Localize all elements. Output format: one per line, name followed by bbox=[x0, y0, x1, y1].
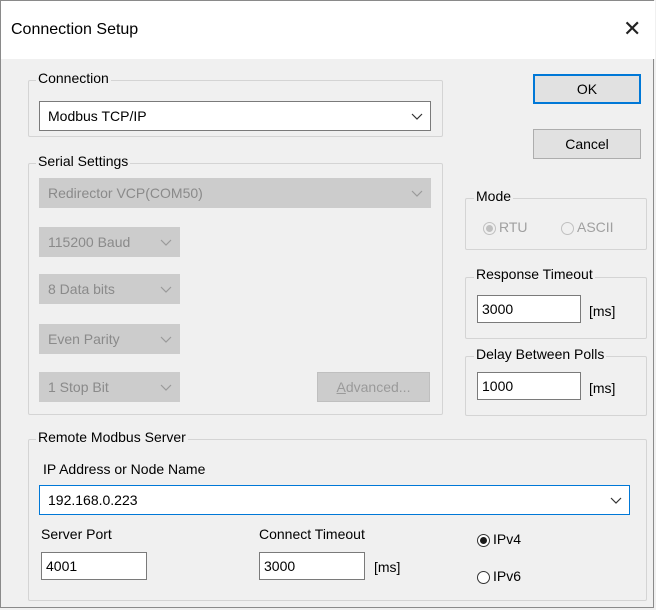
data-bits-select[interactable]: 8 Data bits bbox=[39, 274, 180, 304]
advanced-label: dvanced... bbox=[345, 379, 411, 395]
title-bar: Connection Setup ✕ bbox=[1, 1, 655, 59]
chevron-down-icon bbox=[610, 497, 622, 504]
dialog-title: Connection Setup bbox=[11, 21, 139, 38]
ip-address-combo[interactable]: 192.168.0.223 bbox=[39, 485, 630, 515]
serial-settings-group-label: Serial Settings bbox=[36, 153, 131, 169]
response-timeout-unit: [ms] bbox=[589, 303, 616, 319]
radio-unselected-icon bbox=[477, 571, 490, 584]
chevron-down-icon bbox=[160, 239, 172, 246]
ipv6-radio[interactable]: IPv6 bbox=[477, 566, 521, 586]
stop-bits-select[interactable]: 1 Stop Bit bbox=[39, 372, 180, 402]
connect-timeout-unit: [ms] bbox=[374, 559, 401, 575]
mode-group-label: Mode bbox=[474, 188, 514, 204]
connection-type-select[interactable]: Modbus TCP/IP bbox=[39, 101, 431, 131]
ipv6-label: IPv6 bbox=[493, 568, 522, 584]
connect-timeout-label: Connect Timeout bbox=[259, 526, 365, 542]
cancel-button[interactable]: Cancel bbox=[533, 129, 641, 159]
server-port-label: Server Port bbox=[41, 526, 112, 542]
baud-rate-value: 115200 Baud bbox=[48, 234, 131, 250]
connection-setup-dialog: Connection Setup ✕ Connection Modbus TCP… bbox=[0, 0, 655, 608]
delay-between-polls-group-label: Delay Between Polls bbox=[474, 346, 607, 362]
response-timeout-group-label: Response Timeout bbox=[474, 266, 595, 282]
chevron-down-icon bbox=[160, 384, 172, 391]
stop-bits-value: 1 Stop Bit bbox=[48, 379, 109, 395]
serial-port-select[interactable]: Redirector VCP(COM50) bbox=[39, 178, 431, 208]
ipv4-radio[interactable]: IPv4 bbox=[477, 529, 521, 549]
data-bits-value: 8 Data bits bbox=[48, 281, 115, 297]
connection-type-value: Modbus TCP/IP bbox=[48, 108, 147, 124]
radio-selected-icon bbox=[477, 534, 490, 547]
parity-value: Even Parity bbox=[48, 331, 120, 347]
server-port-input[interactable]: 4001 bbox=[41, 552, 147, 580]
response-timeout-input[interactable]: 3000 bbox=[477, 295, 581, 323]
connect-timeout-input[interactable]: 3000 bbox=[259, 552, 365, 580]
baud-rate-select[interactable]: 115200 Baud bbox=[39, 227, 180, 257]
parity-select[interactable]: Even Parity bbox=[39, 324, 180, 354]
chevron-down-icon bbox=[160, 336, 172, 343]
advanced-button[interactable]: Advanced... bbox=[317, 372, 430, 402]
serial-port-value: Redirector VCP(COM50) bbox=[48, 185, 203, 201]
remote-modbus-server-group-label: Remote Modbus Server bbox=[36, 429, 188, 445]
ip-address-label: IP Address or Node Name bbox=[43, 461, 206, 477]
ok-button[interactable]: OK bbox=[533, 74, 641, 104]
advanced-mnemonic: A bbox=[336, 379, 346, 395]
mode-rtu-label: RTU bbox=[499, 219, 528, 235]
ipv4-label: IPv4 bbox=[493, 531, 522, 547]
mode-rtu-radio[interactable]: RTU bbox=[483, 217, 528, 237]
radio-unselected-icon bbox=[561, 222, 574, 235]
mode-ascii-label: ASCII bbox=[577, 219, 614, 235]
ip-address-value: 192.168.0.223 bbox=[48, 492, 138, 508]
mode-ascii-radio[interactable]: ASCII bbox=[561, 217, 614, 237]
connection-group-label: Connection bbox=[36, 70, 111, 86]
delay-between-polls-input[interactable]: 1000 bbox=[477, 372, 581, 400]
chevron-down-icon bbox=[160, 286, 172, 293]
delay-between-polls-unit: [ms] bbox=[589, 380, 616, 396]
close-icon[interactable]: ✕ bbox=[623, 18, 641, 40]
chevron-down-icon bbox=[411, 190, 423, 197]
radio-selected-icon bbox=[483, 222, 496, 235]
chevron-down-icon bbox=[411, 113, 423, 120]
